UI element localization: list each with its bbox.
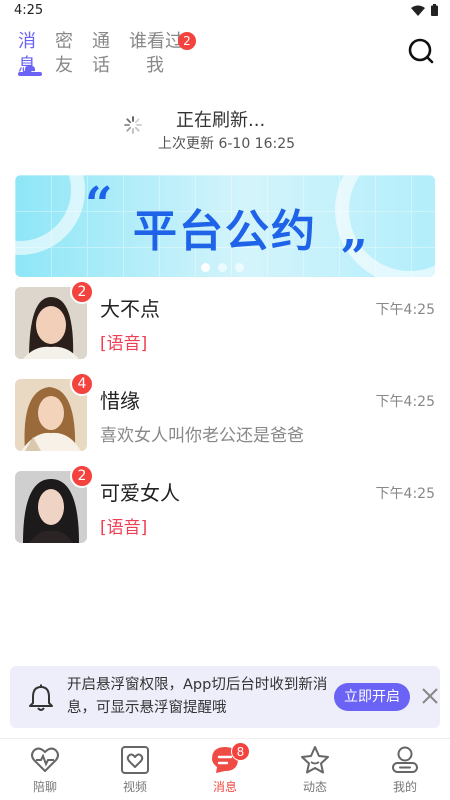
unread-badge: 2 <box>70 280 94 304</box>
bottom-nav: 陪聊 视频 8 消息 动态 我的 <box>0 738 450 800</box>
tab-badge: 2 <box>178 32 196 50</box>
nav-item-profile[interactable]: 我的 <box>360 739 450 800</box>
nav-label: 我的 <box>392 780 417 794</box>
tab-label: 密友 <box>55 31 73 76</box>
tab-active-underline <box>18 72 42 76</box>
enable-now-button[interactable]: 立即开启 <box>334 683 410 711</box>
star-icon <box>301 746 329 774</box>
battery-icon <box>431 4 438 16</box>
conversation-item[interactable]: 4 惜缘 下午4:25 喜欢女人叫你老公还是爸爸 <box>0 372 450 469</box>
platform-rules-banner[interactable]: “ ” 平台公约 <box>15 175 435 277</box>
nav-label: 动态 <box>302 780 327 794</box>
conversation-item[interactable]: 2 大不点 下午4:25 [语音] <box>0 280 450 377</box>
pager-dot[interactable] <box>235 263 244 272</box>
tab-active-indicator <box>25 66 35 71</box>
refresh-title: 正在刷新... <box>176 110 266 131</box>
top-tabs: 消息 密友 通话 谁看过我 <box>18 30 189 80</box>
conversation-item[interactable]: 2 可爱女人 下午4:25 [语音] <box>0 464 450 561</box>
contact-name: 可爱女人 <box>100 481 180 505</box>
message-time: 下午4:25 <box>375 302 435 318</box>
message-preview: [语音] <box>100 518 148 538</box>
contact-name: 大不点 <box>100 297 160 321</box>
nav-badge: 8 <box>231 742 250 761</box>
banner-title: 平台公约 <box>133 206 317 257</box>
profile-icon <box>392 746 418 773</box>
message-time: 下午4:25 <box>375 394 435 410</box>
nav-label: 视频 <box>122 780 147 794</box>
floating-permission-notice: 开启悬浮窗权限，App切后台时收到新消息，可显示悬浮窗提醒哦 立即开启 <box>10 666 440 728</box>
banner-pager <box>201 263 244 272</box>
contact-name: 惜缘 <box>100 389 140 413</box>
search-icon[interactable] <box>408 38 434 64</box>
loading-spinner-icon <box>124 116 142 134</box>
notice-text: 开启悬浮窗权限，App切后台时收到新消息，可显示悬浮窗提醒哦 <box>67 677 328 716</box>
wifi-icon <box>411 5 425 16</box>
message-preview: 喜欢女人叫你老公还是爸爸 <box>100 426 304 446</box>
message-time: 下午4:25 <box>375 486 435 502</box>
screen: 4:25 消息 密友 通话 谁看过我 2 <box>0 0 450 800</box>
unread-badge: 4 <box>70 372 94 396</box>
tab-label-line: 我 <box>146 55 164 76</box>
nav-label: 消息 <box>212 780 237 794</box>
nav-item-moments[interactable]: 动态 <box>270 739 360 800</box>
message-preview: [语音] <box>100 334 148 354</box>
bell-icon <box>29 684 53 711</box>
nav-item-messages[interactable]: 8 消息 <box>180 739 270 800</box>
nav-item-video[interactable]: 视频 <box>90 739 180 800</box>
close-icon[interactable] <box>418 684 442 708</box>
tab-close-friends[interactable]: 密友 <box>55 30 92 80</box>
tab-label: 通话 <box>92 31 110 76</box>
status-bar: 4:25 <box>0 0 450 22</box>
heartbeat-icon <box>31 747 59 772</box>
tab-messages[interactable]: 消息 <box>18 30 55 80</box>
tab-label-line: 谁看过 <box>129 31 183 52</box>
nav-item-companion-chat[interactable]: 陪聊 <box>0 739 90 800</box>
status-time: 4:25 <box>14 3 44 18</box>
pager-dot[interactable] <box>201 263 210 272</box>
status-icons <box>411 4 438 16</box>
video-heart-icon <box>121 746 149 774</box>
refresh-subtitle: 上次更新 6-10 16:25 <box>158 136 296 152</box>
tab-calls[interactable]: 通话 <box>92 30 129 80</box>
pager-dot[interactable] <box>218 263 227 272</box>
nav-label: 陪聊 <box>32 780 57 794</box>
unread-badge: 2 <box>70 464 94 488</box>
